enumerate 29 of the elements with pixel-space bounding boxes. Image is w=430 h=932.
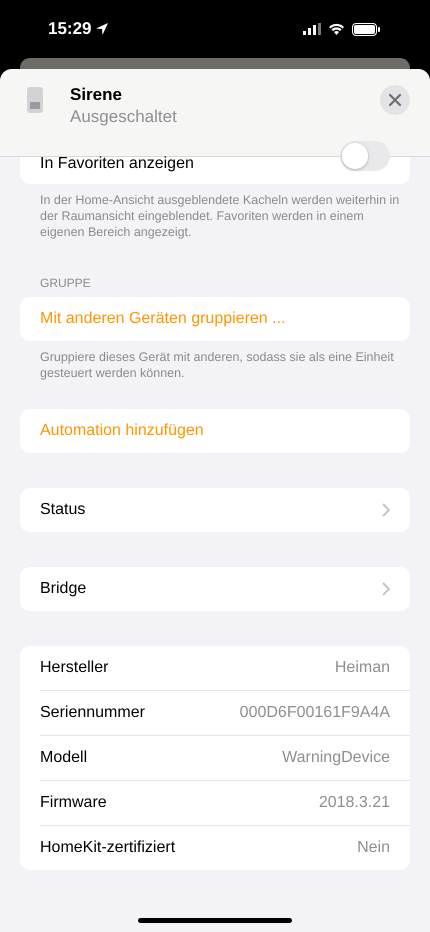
info-value: Heiman [334,659,390,677]
favorites-toggle[interactable] [340,141,390,171]
device-icon [27,87,43,113]
signal-icon [303,23,321,35]
info-label: Hersteller [40,659,108,677]
device-status: Ausgeschaltet [70,107,178,127]
info-label: Seriennummer [40,704,145,722]
info-value: WarningDevice [282,749,390,767]
close-icon [389,94,401,106]
device-title: Sirene [70,85,123,105]
favorites-label: In Favoriten anzeigen [40,155,194,173]
info-value: Nein [357,839,390,857]
chevron-icon [382,582,390,596]
info-value: 2018.3.21 [318,794,390,812]
link-row[interactable]: Status [20,488,410,532]
battery-icon [352,22,380,36]
status-time: 15:29 [48,19,92,39]
info-label: HomeKit-zertifiziert [40,839,176,857]
favorites-footnote: In der Home-Ansicht ausgeblendete Kacheln werden weiterhin in der Raumansicht eingeblendet. Favoriten werden in einem eigenen Bereich angezeigt. [40,192,400,240]
close-button[interactable] [380,85,410,115]
wifi-icon [328,23,345,35]
chevron-icon [382,503,390,517]
info-label: Modell [40,749,88,767]
info-label: Firmware [40,794,107,812]
info-value: 000D6F00161F9A4A [240,704,390,722]
link-row[interactable]: Bridge [20,567,410,611]
section-heading: GRUPPE [40,276,92,290]
location-arrow-icon [95,22,110,36]
group-footnote: Gruppiere dieses Gerät mit anderen, sodass sie als eine Einheit gesteuert werden können. [40,349,395,381]
